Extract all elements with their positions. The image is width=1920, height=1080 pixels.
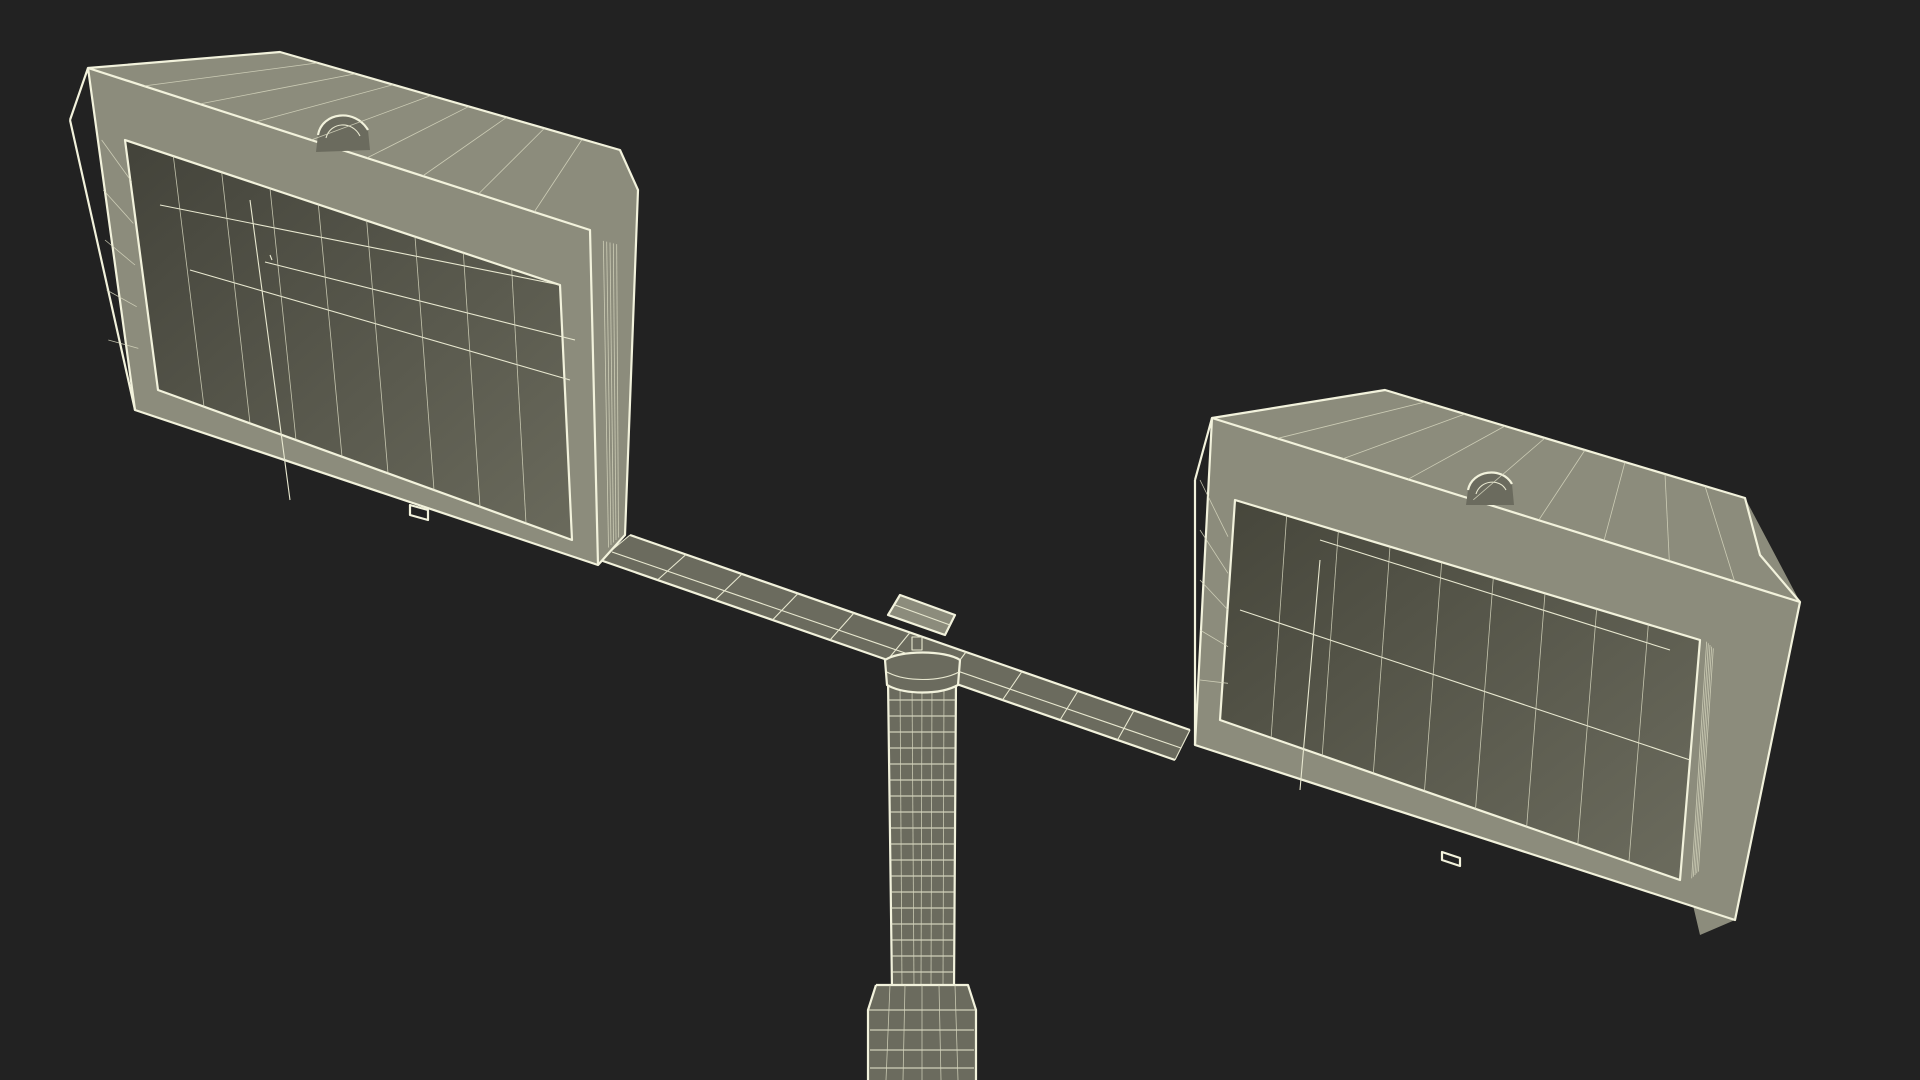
pole-base-collar xyxy=(866,983,978,1080)
vertical-pole xyxy=(886,679,958,991)
wireframe-3d-render xyxy=(68,50,1802,1080)
right-floodlight-housing xyxy=(1193,388,1802,935)
left-floodlight-housing xyxy=(68,50,640,567)
